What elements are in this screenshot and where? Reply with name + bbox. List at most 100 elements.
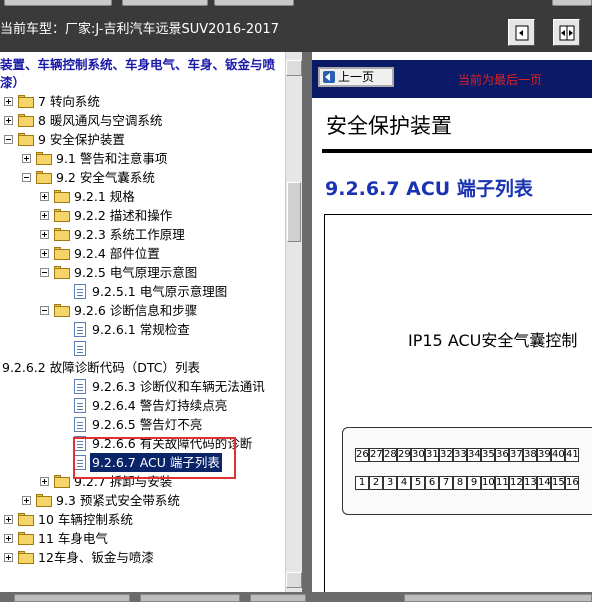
top-tab-4[interactable] bbox=[552, 0, 592, 6]
connector-pin: 16 bbox=[565, 476, 579, 490]
expand-icon[interactable] bbox=[4, 97, 13, 106]
tree-node[interactable]: 9.2.5 电气原理示意图 bbox=[0, 263, 285, 282]
folder-open-icon bbox=[54, 304, 70, 317]
double-page-button[interactable] bbox=[553, 19, 580, 46]
tree: 装置、车辆控制系统、车身电气、车身、钣金与喷漆） 7 转向系统 8 暖风通风与空… bbox=[0, 56, 285, 567]
connector-label: IP15 ACU安全气囊控制 bbox=[408, 331, 578, 350]
folder-icon bbox=[54, 247, 70, 260]
single-page-button[interactable] bbox=[508, 19, 535, 46]
folder-icon bbox=[54, 209, 70, 222]
folder-icon bbox=[36, 494, 52, 507]
expand-icon[interactable] bbox=[4, 515, 13, 524]
diagram-frame bbox=[324, 214, 592, 592]
tree-node[interactable] bbox=[0, 339, 285, 358]
tree-node[interactable]: 9.2.3 系统工作原理 bbox=[0, 225, 285, 244]
scroll-up-arrow-icon[interactable] bbox=[286, 60, 302, 76]
tree-node[interactable]: 9.3 预紧式安全带系统 bbox=[0, 491, 285, 510]
collapse-icon[interactable] bbox=[40, 268, 49, 277]
top-bar: 当前车型：厂家:J-吉利汽车远景SUV2016-2017 bbox=[0, 0, 592, 52]
connector-pin: 3 bbox=[383, 476, 397, 490]
connector-diagram: 26 27 28 29 30 31 32 33 34 35 36 37 38 39 40 41 1234567… bbox=[342, 427, 592, 515]
tree-scrollbar[interactable] bbox=[285, 52, 302, 592]
connector-pin: 30 bbox=[411, 448, 425, 462]
expand-icon[interactable] bbox=[22, 154, 31, 163]
top-tab-3[interactable] bbox=[214, 0, 294, 6]
tree-node[interactable]: 7 转向系统 bbox=[0, 92, 285, 111]
connector-pin: 40 bbox=[551, 448, 565, 462]
connector-pin: 36 bbox=[495, 448, 509, 462]
expand-icon[interactable] bbox=[4, 116, 13, 125]
last-page-note: 当前为最后一页 bbox=[458, 73, 543, 87]
connector-pin: 27 bbox=[369, 448, 383, 462]
tree-node[interactable]: 9 安全保护装置 bbox=[0, 130, 285, 149]
tree-node[interactable]: 9.2.6.4 警告灯持续点亮 bbox=[0, 396, 285, 415]
tree-node[interactable]: 12车身、钣金与喷漆 bbox=[0, 548, 285, 567]
connector-pin: 2 bbox=[369, 476, 383, 490]
tree-root-label: 装置、车辆控制系统、车身电气、车身、钣金与喷漆） bbox=[0, 57, 276, 90]
expand-icon[interactable] bbox=[40, 249, 49, 258]
tree-node[interactable]: 9.2.5.1 电气原示意理图 bbox=[0, 282, 285, 301]
connector-pin: 9 bbox=[467, 476, 481, 490]
tree-node[interactable]: 9.1 警告和注意事项 bbox=[0, 149, 285, 168]
collapse-icon[interactable] bbox=[40, 306, 49, 315]
document-icon bbox=[74, 322, 86, 337]
collapse-icon[interactable] bbox=[22, 173, 31, 182]
expand-icon[interactable] bbox=[4, 553, 13, 562]
connector-pin: 28 bbox=[383, 448, 397, 462]
bottom-button-4[interactable] bbox=[404, 594, 592, 602]
tree-node[interactable]: 11 车身电气 bbox=[0, 529, 285, 548]
tree-node-label: 10 车辆控制系统 bbox=[38, 512, 133, 527]
folder-icon bbox=[36, 152, 52, 165]
pin-row-top: 26 27 28 29 30 31 32 33 34 35 36 37 38 39 40 41 bbox=[355, 448, 592, 462]
expand-icon[interactable] bbox=[40, 477, 49, 486]
expand-icon[interactable] bbox=[40, 192, 49, 201]
tree-node[interactable]: 9.2.6.2 故障诊断代码（DTC）列表 bbox=[0, 358, 285, 377]
tree-node[interactable]: 10 车辆控制系统 bbox=[0, 510, 285, 529]
tree-node-label: 9.2.4 部件位置 bbox=[74, 246, 160, 261]
tree-node[interactable]: 9.2.4 部件位置 bbox=[0, 244, 285, 263]
expand-icon[interactable] bbox=[40, 230, 49, 239]
page-heading-text: 端子列表 bbox=[456, 178, 533, 200]
tree-node[interactable]: 8 暖风通风与空调系统 bbox=[0, 111, 285, 130]
connector-pin: 38 bbox=[523, 448, 537, 462]
tree-node[interactable]: 9.2.6.5 警告灯不亮 bbox=[0, 415, 285, 434]
bottom-button-3[interactable] bbox=[250, 594, 306, 602]
tree-node[interactable]: 9.2.6.1 常规检查 bbox=[0, 320, 285, 339]
expand-icon[interactable] bbox=[22, 496, 31, 505]
bottom-button-2[interactable] bbox=[140, 594, 240, 602]
tree-node-label: 9.2.1 规格 bbox=[74, 189, 135, 204]
tree-node-label: 9.2.6.5 警告灯不亮 bbox=[92, 417, 203, 432]
tree-node[interactable]: 9.2.2 描述和操作 bbox=[0, 206, 285, 225]
tree-node-label: 9.2.6.2 故障诊断代码（DTC）列表 bbox=[2, 360, 200, 375]
top-tab-2[interactable] bbox=[122, 0, 208, 6]
tree-node[interactable]: 9.2.6.3 诊断仪和车辆无法通讯 bbox=[0, 377, 285, 396]
document-icon bbox=[74, 417, 86, 432]
expand-icon[interactable] bbox=[40, 211, 49, 220]
connector-pin: 12 bbox=[509, 476, 523, 490]
tree-node-label: 9.2.6.3 诊断仪和车辆无法通讯 bbox=[92, 379, 265, 394]
highlight-box bbox=[73, 437, 236, 479]
collapse-icon[interactable] bbox=[4, 135, 13, 144]
tree-node[interactable]: 9.2 安全气囊系统 bbox=[0, 168, 285, 187]
prev-page-button[interactable]: 上一页 bbox=[318, 67, 394, 87]
folder-icon bbox=[18, 551, 34, 564]
top-tab-1[interactable] bbox=[4, 0, 112, 6]
connector-pin: 7 bbox=[439, 476, 453, 490]
folder-open-icon bbox=[36, 171, 52, 184]
connector-pin: 29 bbox=[397, 448, 411, 462]
tree-node-label: 9.2.5 电气原理示意图 bbox=[74, 265, 198, 280]
folder-icon bbox=[54, 228, 70, 241]
folder-open-icon bbox=[54, 266, 70, 279]
panel-divider[interactable] bbox=[302, 52, 312, 592]
connector-pin: 6 bbox=[425, 476, 439, 490]
expand-icon[interactable] bbox=[4, 534, 13, 543]
scroll-down-arrow-icon[interactable] bbox=[286, 572, 302, 588]
tree-node[interactable]: 9.2.6 诊断信息和步骤 bbox=[0, 301, 285, 320]
double-page-icon bbox=[559, 25, 575, 41]
vehicle-label: 当前车型：厂家:J-吉利汽车远景SUV2016-2017 bbox=[0, 22, 279, 37]
folder-icon bbox=[18, 532, 34, 545]
connector-pin: 1 bbox=[355, 476, 369, 490]
scroll-thumb[interactable] bbox=[287, 182, 301, 242]
bottom-button-1[interactable] bbox=[14, 594, 130, 602]
tree-node[interactable]: 9.2.1 规格 bbox=[0, 187, 285, 206]
